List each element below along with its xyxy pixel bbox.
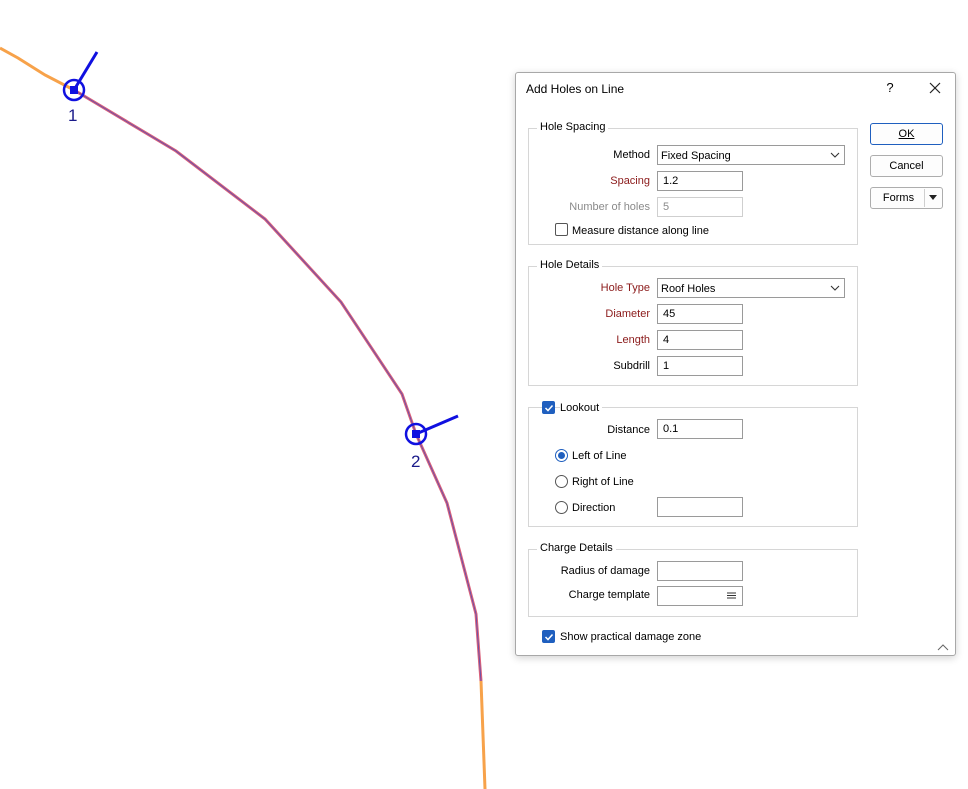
close-button[interactable]: [924, 77, 946, 99]
show-damage-zone-checkbox[interactable]: [542, 630, 555, 643]
charge-template-label: Charge template: [568, 589, 650, 601]
hole-spacing-title: Hole Spacing: [537, 121, 609, 133]
left-of-line-radio[interactable]: [555, 449, 568, 462]
number-of-holes-label: Number of holes: [569, 201, 650, 213]
hole-type-select[interactable]: Roof Holes: [657, 278, 845, 298]
spacing-field[interactable]: 1.2: [657, 171, 743, 191]
left-of-line-label: Left of Line: [572, 450, 627, 462]
forms-label: Forms: [882, 192, 915, 204]
length-field[interactable]: 4: [657, 330, 743, 350]
checkmark-icon: [544, 404, 554, 412]
list-icon[interactable]: [727, 592, 736, 600]
hole-marker-label: 2: [411, 452, 420, 471]
radius-of-damage-label: Radius of damage: [560, 565, 650, 577]
diameter-field[interactable]: 45: [657, 304, 743, 324]
add-holes-dialog: Add Holes on Line ? OK Cancel Forms Hole…: [515, 72, 956, 656]
spacing-label: Spacing: [610, 175, 650, 187]
chevron-up-icon[interactable]: [937, 643, 949, 651]
dialog-title: Add Holes on Line: [526, 82, 625, 96]
measure-distance-checkbox[interactable]: [555, 223, 568, 236]
hole-type-value: Roof Holes: [661, 283, 716, 295]
direction-label: Direction: [572, 502, 616, 514]
forms-dropdown[interactable]: [924, 189, 941, 207]
show-damage-zone-label: Show practical damage zone: [560, 631, 702, 643]
forms-button[interactable]: Forms: [870, 187, 943, 209]
cancel-button[interactable]: Cancel: [870, 155, 943, 177]
direction-radio[interactable]: [555, 501, 568, 514]
ok-button[interactable]: OK: [870, 123, 943, 145]
lookout-title: Lookout: [560, 402, 603, 414]
measure-distance-label: Measure distance along line: [572, 225, 709, 237]
checkmark-icon: [544, 633, 554, 641]
hole-details-title: Hole Details: [537, 259, 603, 271]
subdrill-label: Subdrill: [613, 360, 650, 372]
radius-of-damage-field[interactable]: [657, 561, 743, 581]
dialog-titlebar[interactable]: Add Holes on Line ?: [516, 73, 955, 103]
hole-marker-label: 1: [68, 106, 77, 125]
length-label: Length: [616, 334, 650, 346]
subdrill-field[interactable]: 1: [657, 356, 743, 376]
diameter-label: Diameter: [605, 308, 650, 320]
number-of-holes-field: 5: [657, 197, 743, 217]
design-line-selected[interactable]: [73, 88, 483, 682]
caret-down-icon: [929, 195, 937, 200]
charge-template-field[interactable]: [657, 586, 743, 606]
chevron-down-icon: [830, 152, 840, 158]
distance-field[interactable]: 0.1: [657, 419, 743, 439]
charge-details-group: Charge Details: [528, 542, 858, 617]
design-line-end[interactable]: [479, 680, 487, 789]
chevron-down-icon: [830, 285, 840, 291]
distance-label: Distance: [607, 424, 650, 436]
design-line-selected-core: [73, 89, 482, 682]
hole-marker-2[interactable]: 2: [404, 414, 459, 471]
lookout-checkbox[interactable]: [542, 401, 555, 414]
method-value: Fixed Spacing: [661, 150, 731, 162]
close-icon: [929, 82, 941, 94]
right-of-line-label: Right of Line: [572, 476, 634, 488]
cancel-label: Cancel: [889, 160, 924, 172]
charge-details-title: Charge Details: [537, 542, 616, 554]
method-select[interactable]: Fixed Spacing: [657, 145, 845, 165]
design-line-start[interactable]: [0, 46, 75, 92]
direction-field[interactable]: [657, 497, 743, 517]
hole-type-label: Hole Type: [600, 282, 650, 294]
right-of-line-radio[interactable]: [555, 475, 568, 488]
ok-label: OK: [898, 128, 915, 140]
method-label: Method: [613, 149, 650, 161]
help-button[interactable]: ?: [882, 79, 898, 97]
